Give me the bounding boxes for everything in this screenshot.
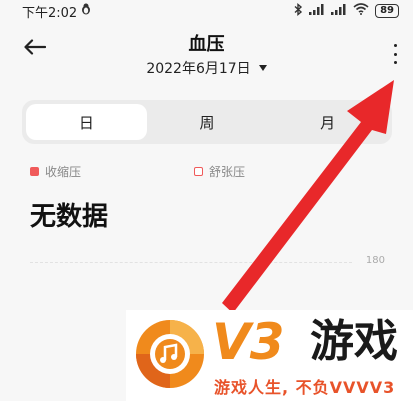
chart-area: 180 [30,255,385,401]
date-picker[interactable]: 2022年6月17日 [0,58,413,78]
legend-systolic-label: 收缩压 [45,165,82,179]
page-title: 血压 [188,34,225,55]
tab-month[interactable]: 月 [267,104,388,140]
chart-legend: 收缩压 舒张压 [30,163,390,181]
status-time: 下午2:02 [22,5,78,21]
more-options-button[interactable] [387,44,403,64]
status-bar: 下午2:02 89 [0,0,413,22]
bluetooth-icon [294,2,303,20]
tab-week[interactable]: 周 [147,104,268,140]
wifi-icon [353,3,369,19]
back-arrow-icon [24,39,46,55]
caret-down-icon [258,65,267,71]
blood-pressure-screen: 下午2:02 89 血压 2022年6月17日 日 周 月 收缩压 舒张压 无数… [0,0,413,401]
more-vertical-icon-dot [393,61,397,64]
battery-indicator: 89 [375,4,399,18]
more-vertical-icon [393,44,397,47]
systolic-swatch [30,167,39,176]
grid-line-top [30,262,352,263]
legend-diastolic-label: 舒张压 [209,165,246,179]
tab-day[interactable]: 日 [26,104,147,140]
period-tabs: 日 周 月 [22,100,392,144]
status-left: 下午2:02 [22,2,91,21]
legend-systolic: 收缩压 [30,163,81,180]
notification-icon [81,3,91,19]
date-label: 2022年6月17日 [146,61,251,77]
diastolic-swatch [194,167,203,176]
header: 血压 2022年6月17日 [0,22,413,88]
status-right: 89 [294,2,399,20]
legend-diastolic: 舒张压 [194,163,245,180]
cell-signal-icon-1 [309,3,325,19]
y-axis-tick-top: 180 [365,255,385,266]
cell-signal-icon-2 [331,3,347,19]
more-vertical-icon-dot [393,52,397,56]
no-data-label: 无数据 [30,202,109,232]
